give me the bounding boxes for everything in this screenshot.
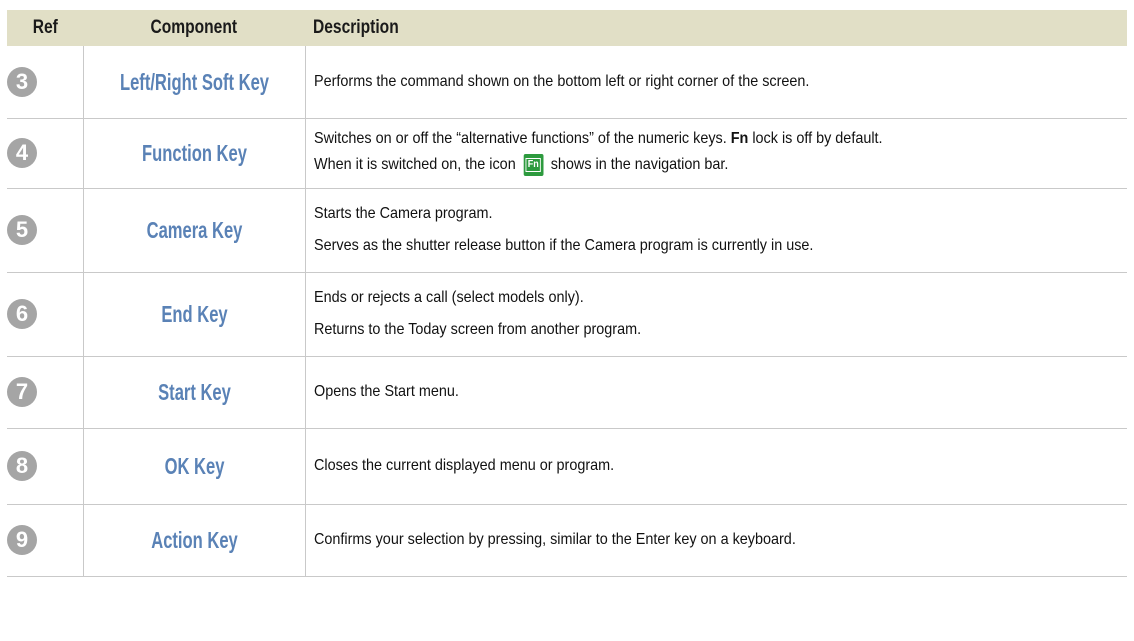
header-description: Description bbox=[305, 10, 1127, 46]
description-text: Serves as the shutter release button if … bbox=[313, 237, 813, 254]
ref-cell: 6 bbox=[7, 272, 83, 357]
description-text: Performs the command shown on the bottom… bbox=[313, 72, 809, 90]
fn-lock-icon: Fn bbox=[522, 154, 543, 176]
component-name: Start Key bbox=[157, 379, 231, 405]
table-header-row: Ref Component Description bbox=[7, 10, 1127, 46]
ref-cell: 4 bbox=[7, 118, 83, 189]
description-cell: Performs the command shown on the bottom… bbox=[304, 46, 1127, 119]
description-text: Returns to the Today screen from another… bbox=[313, 321, 641, 338]
table-row: 5 Camera Key Starts the Camera program. … bbox=[7, 188, 1127, 273]
header-component: Component bbox=[83, 10, 305, 46]
component-name: Camera Key bbox=[146, 217, 242, 243]
description-cell: Opens the Start menu. bbox=[304, 356, 1127, 429]
ref-cell: 9 bbox=[7, 504, 83, 577]
table-row: 9 Action Key Confirms your selection by … bbox=[7, 504, 1127, 577]
table-row: 7 Start Key Opens the Start menu. bbox=[7, 356, 1127, 429]
ref-cell: 3 bbox=[7, 46, 83, 119]
number-badge: 8 bbox=[7, 451, 37, 481]
component-cell: Camera Key bbox=[82, 188, 305, 273]
description-text: Opens the Start menu. bbox=[313, 383, 459, 400]
description-text: Ends or rejects a call (select models on… bbox=[313, 289, 584, 306]
description-text: Closes the current displayed menu or pro… bbox=[313, 457, 614, 474]
description-cell: Closes the current displayed menu or pro… bbox=[304, 428, 1127, 505]
component-cell: Function Key bbox=[82, 118, 305, 189]
description-cell: Confirms your selection by pressing, sim… bbox=[304, 504, 1127, 577]
description-text: When it is switched on, the icon Fn show… bbox=[314, 154, 1046, 176]
fn-bold-text: Fn bbox=[730, 130, 748, 147]
component-cell: OK Key bbox=[82, 428, 305, 505]
description-cell: Starts the Camera program. Serves as the… bbox=[304, 188, 1127, 273]
number-badge: 4 bbox=[7, 138, 37, 168]
ref-cell: 8 bbox=[7, 428, 83, 505]
ref-cell: 7 bbox=[7, 356, 83, 429]
table-row: 4 Function Key Switches on or off the “a… bbox=[7, 118, 1127, 189]
ref-cell: 5 bbox=[7, 188, 83, 273]
description-text: Starts the Camera program. bbox=[313, 205, 492, 222]
number-badge: 6 bbox=[7, 299, 37, 329]
table-row: 6 End Key Ends or rejects a call (select… bbox=[7, 272, 1127, 357]
component-name: Action Key bbox=[150, 527, 238, 553]
number-badge: 3 bbox=[7, 66, 37, 97]
table-row: 8 OK Key Closes the current displayed me… bbox=[7, 428, 1127, 505]
description-cell: Ends or rejects a call (select models on… bbox=[304, 272, 1127, 357]
description-text: Switches on or off the “alternative func… bbox=[313, 130, 883, 147]
header-ref: Ref bbox=[7, 10, 83, 46]
component-name: Left/Right Soft Key bbox=[119, 68, 269, 95]
description-cell: Switches on or off the “alternative func… bbox=[304, 118, 1127, 189]
table-row: 3 Left/Right Soft Key Performs the comma… bbox=[7, 46, 1127, 119]
number-badge: 9 bbox=[7, 525, 37, 555]
component-name: Function Key bbox=[141, 140, 247, 166]
component-cell: Left/Right Soft Key bbox=[82, 46, 305, 119]
component-name: End Key bbox=[160, 301, 228, 327]
component-name: OK Key bbox=[164, 453, 224, 479]
description-text: Confirms your selection by pressing, sim… bbox=[313, 531, 796, 548]
component-cell: End Key bbox=[82, 272, 305, 357]
number-badge: 5 bbox=[7, 215, 37, 245]
component-table: Ref Component Description 3 Left/Right S… bbox=[7, 10, 1127, 577]
component-cell: Action Key bbox=[82, 504, 305, 577]
number-badge: 7 bbox=[7, 377, 37, 407]
component-cell: Start Key bbox=[82, 356, 305, 429]
